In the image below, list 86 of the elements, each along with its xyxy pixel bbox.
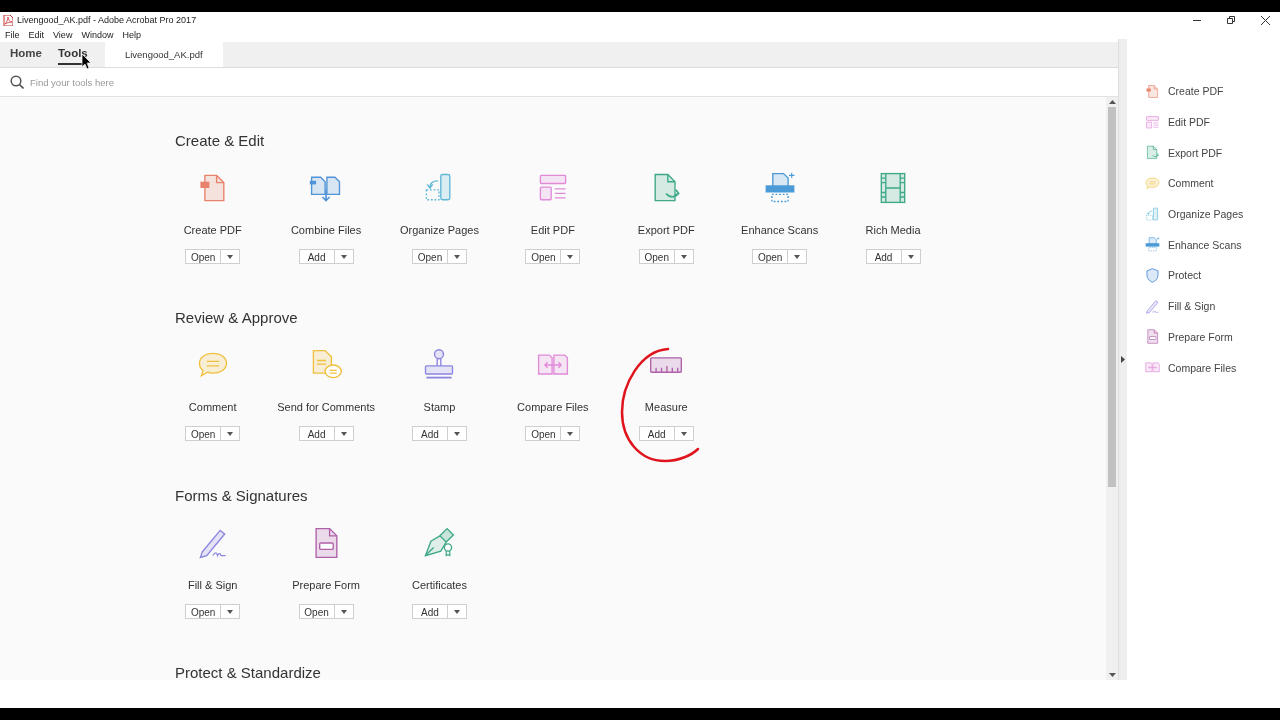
caret-icon[interactable] [227,609,234,614]
tool-label: Send for Comments [277,401,375,414]
tool-open-button[interactable]: Open [638,249,694,264]
section-heading: Forms & Signatures [174,485,309,505]
panel-tool-item[interactable]: Organize Pages [1127,198,1280,230]
tool-label: Enhance Scans [741,224,819,236]
caret-icon[interactable] [907,255,914,259]
tool-label: Prepare Form [292,578,360,591]
caret-icon[interactable] [567,432,574,437]
scroll-up-icon[interactable] [1108,100,1116,104]
tool-open-button[interactable]: Add [298,426,354,442]
caret-icon[interactable] [453,255,460,259]
menu-item[interactable]: View [53,30,73,40]
tool-label: Comment [188,401,237,414]
speech-bubble-icon [1144,174,1161,192]
panel-tool-item[interactable]: Edit PDF [1127,106,1280,138]
tool-open-button[interactable]: Add [298,249,354,264]
tool-open-button[interactable]: Add [638,426,694,442]
menu-item[interactable]: Help [122,30,141,40]
pen-icon [1144,297,1161,315]
scanner-icon [1144,236,1161,254]
caret-icon[interactable] [453,432,460,437]
window-title: Livengood_AK.pdf - Adobe Acrobat Pro 2017 [17,15,198,25]
tool-open-button[interactable]: Open [525,426,581,442]
panel-collapse-handle[interactable] [1118,39,1127,680]
tool-open-button[interactable]: Open [298,603,354,619]
section-heading: Review & Approve [174,308,299,328]
search-icon [10,75,24,89]
panel-tool-item[interactable]: Enhance Scans [1127,229,1280,261]
panel-tool-item[interactable]: Export PDF [1127,137,1280,169]
section-heading: Create & Edit [174,131,266,150]
tool-label: Combine Files [290,224,362,236]
caret-icon[interactable] [567,255,574,259]
tool-label: Edit PDF [530,224,575,236]
caret-icon[interactable] [340,609,347,614]
tool-open-button[interactable]: Open [185,249,241,264]
caret-icon[interactable] [227,432,234,437]
menu-item[interactable]: Edit [28,30,45,40]
panel-tool-item[interactable]: Create PDF [1127,76,1280,107]
tool-label: Export PDF [637,224,695,236]
tool-label: Organize Pages [400,224,479,236]
document-tab[interactable]: Livengood_AK.pdf [104,42,223,67]
tool-open-button[interactable]: Open [185,426,241,442]
tool-open-button[interactable]: Open [185,603,241,619]
tab[interactable]: Home [10,42,42,65]
scroll-down-icon[interactable] [1108,673,1116,677]
document-arrow-icon [1144,144,1161,162]
caret-icon[interactable] [680,255,687,259]
layout-icon [1144,113,1161,131]
panel-tool-item[interactable]: Protect [1127,260,1280,291]
scrollbar[interactable] [1106,97,1118,680]
caret-icon[interactable] [227,255,234,259]
pages-icon [1144,205,1161,223]
collapse-arrow-icon[interactable] [1121,356,1125,363]
caret-icon[interactable] [453,609,460,614]
tool-open-button[interactable]: Open [752,249,808,264]
tool-label: Compare Files [517,401,589,414]
tool-open-button[interactable]: Open [411,249,467,264]
panel-tool-item[interactable]: Prepare Form [1127,321,1280,353]
tool-label: Fill & Sign [187,578,238,591]
form-icon [1144,328,1161,346]
tool-label: Create PDF [183,224,242,236]
caret-icon[interactable] [794,255,801,259]
search-field[interactable]: Find your tools here [30,76,330,88]
tool-label: Certificates [411,578,467,591]
panel-tool-item[interactable]: Comment [1127,168,1280,199]
panel-tool-item[interactable]: Fill & Sign [1127,290,1280,322]
caret-icon[interactable] [340,432,347,437]
scrollbar-thumb[interactable] [1108,107,1116,487]
restore-icon[interactable] [1227,15,1235,24]
tool-label: Rich Media [865,224,921,236]
shield-icon [1144,266,1161,284]
tool-open-button[interactable]: Open [525,249,581,264]
menu-item[interactable]: Window [81,30,114,40]
menu-item[interactable]: File [5,30,20,40]
tool-label: Measure [644,401,688,414]
caret-icon[interactable] [680,432,687,437]
tool-label: Stamp [423,401,456,414]
panel-tool-item[interactable]: Compare Files [1127,352,1280,383]
document-icon [1144,82,1161,100]
caret-icon[interactable] [340,255,347,259]
section-heading: Protect & Standardize [174,662,322,680]
tool-open-button[interactable]: Add [411,426,467,442]
tool-open-button[interactable]: Add [865,249,921,264]
close-icon[interactable] [1261,15,1270,25]
tool-open-button[interactable]: Add [411,603,467,619]
